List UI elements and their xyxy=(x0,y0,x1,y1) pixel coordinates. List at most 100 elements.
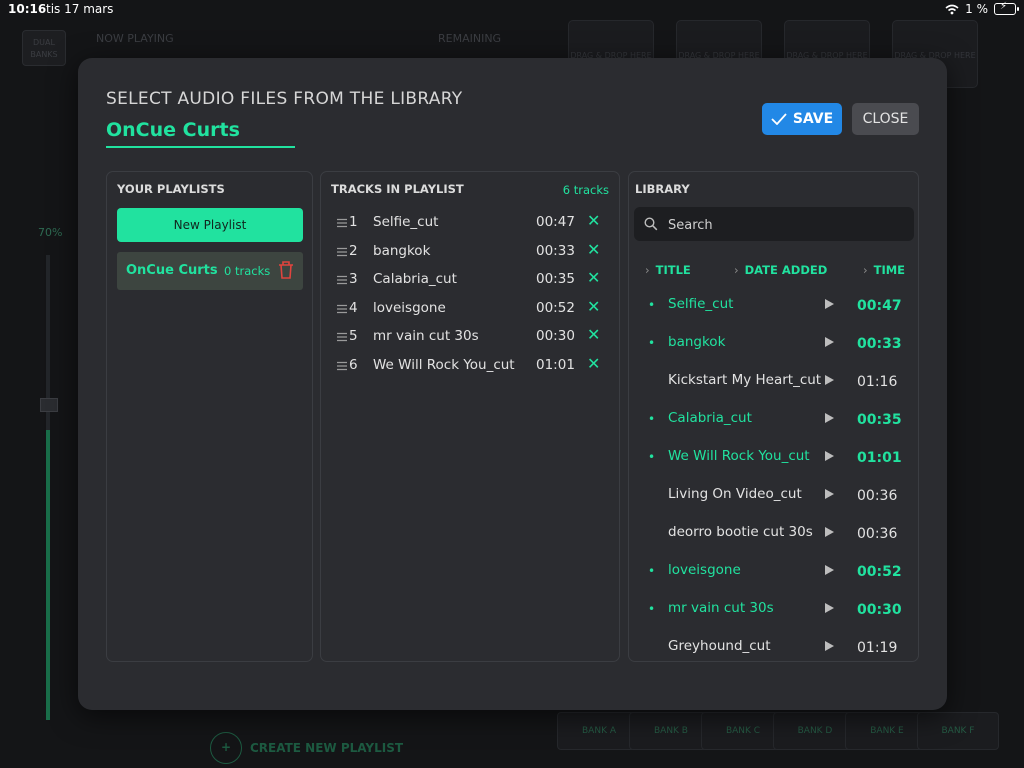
track-number: 1 xyxy=(349,214,358,230)
remove-track-icon[interactable]: ✕ xyxy=(587,325,600,344)
library-item-title: Calabria_cut xyxy=(668,410,752,426)
play-icon[interactable] xyxy=(825,641,834,651)
track-row[interactable]: 1 Selfie_cut 00:47 ✕ xyxy=(337,211,607,236)
track-number: 5 xyxy=(349,328,358,344)
library-item-title: We Will Rock You_cut xyxy=(668,448,810,464)
added-indicator: • xyxy=(648,298,656,312)
play-icon[interactable] xyxy=(825,603,834,613)
volume-slider-knob[interactable] xyxy=(40,398,58,412)
track-number: 3 xyxy=(349,271,358,287)
tracks-count: 6 tracks xyxy=(562,183,609,197)
library-item-title: bangkok xyxy=(668,334,726,350)
modal-title: SELECT AUDIO FILES FROM THE LIBRARY xyxy=(106,89,463,109)
library-item[interactable]: deorro bootie cut 30s 00:36 xyxy=(629,522,917,552)
volume-label: 70% xyxy=(38,226,63,239)
library-item[interactable]: • mr vain cut 30s 00:30 xyxy=(629,598,917,628)
remove-track-icon[interactable]: ✕ xyxy=(587,240,600,259)
search-icon xyxy=(644,217,658,231)
sort-time[interactable]: › TIME xyxy=(863,263,905,277)
search-input[interactable] xyxy=(666,207,910,243)
track-number: 6 xyxy=(349,357,358,373)
remove-track-icon[interactable]: ✕ xyxy=(587,297,600,316)
save-label: SAVE xyxy=(792,111,834,127)
remove-track-icon[interactable]: ✕ xyxy=(587,268,600,287)
status-right: 1 % ⚡ xyxy=(945,1,1019,16)
library-item-duration: 01:16 xyxy=(857,374,898,390)
sort-date-added[interactable]: › DATE ADDED xyxy=(734,263,827,277)
track-duration: 01:01 xyxy=(536,357,575,373)
library-item[interactable]: • bangkok 00:33 xyxy=(629,332,917,362)
sort-date-label: DATE ADDED xyxy=(744,263,828,277)
library-item[interactable]: Living On Video_cut 00:36 xyxy=(629,484,917,514)
library-item-title: loveisgone xyxy=(668,562,741,578)
track-row[interactable]: 5 mr vain cut 30s 00:30 ✕ xyxy=(337,325,607,350)
library-modal: SELECT AUDIO FILES FROM THE LIBRARY OnCu… xyxy=(78,58,947,710)
playlist-item-name: OnCue Curts xyxy=(126,263,218,278)
added-indicator: • xyxy=(648,336,656,350)
library-item-duration: 00:35 xyxy=(857,412,902,428)
playlist-item[interactable]: OnCue Curts 0 tracks xyxy=(117,252,303,290)
library-item[interactable]: • We Will Rock You_cut 01:01 xyxy=(629,446,917,476)
new-playlist-button[interactable]: New Playlist xyxy=(117,208,303,242)
save-button[interactable]: SAVE xyxy=(762,103,842,135)
track-row[interactable]: 2 bangkok 00:33 ✕ xyxy=(337,240,607,265)
library-item-title: Kickstart My Heart_cut xyxy=(668,372,822,388)
remaining-label: REMAINING xyxy=(438,32,502,45)
track-title: Calabria_cut xyxy=(373,271,457,287)
track-duration: 00:47 xyxy=(536,214,575,230)
library-item-title: Selfie_cut xyxy=(668,296,734,312)
library-item-title: deorro bootie cut 30s xyxy=(668,524,813,540)
added-indicator: • xyxy=(648,602,656,616)
library-heading: LIBRARY xyxy=(635,182,690,196)
play-icon[interactable] xyxy=(825,413,834,423)
tracks-panel: TRACKS IN PLAYLIST 6 tracks 1 Selfie_cut… xyxy=(320,171,620,662)
library-item-duration: 00:47 xyxy=(857,298,902,314)
drag-handle-icon[interactable] xyxy=(337,247,347,257)
playlists-panel: YOUR PLAYLISTS New Playlist OnCue Curts … xyxy=(106,171,313,662)
sort-title[interactable]: › TITLE xyxy=(645,263,691,277)
track-row[interactable]: 3 Calabria_cut 00:35 ✕ xyxy=(337,268,607,293)
volume-slider-fill xyxy=(46,430,50,720)
drag-handle-icon[interactable] xyxy=(337,218,347,228)
play-icon[interactable] xyxy=(825,527,834,537)
library-item[interactable]: Kickstart My Heart_cut 01:16 xyxy=(629,370,917,400)
play-icon[interactable] xyxy=(825,299,834,309)
drag-handle-icon[interactable] xyxy=(337,304,347,314)
play-icon[interactable] xyxy=(825,375,834,385)
close-button[interactable]: CLOSE xyxy=(852,103,919,135)
create-playlist-button[interactable]: + CREATE NEW PLAYLIST xyxy=(210,732,403,764)
remove-track-icon[interactable]: ✕ xyxy=(587,211,600,230)
library-item[interactable]: • Selfie_cut 00:47 xyxy=(629,294,917,324)
library-item-duration: 00:52 xyxy=(857,564,902,580)
play-icon[interactable] xyxy=(825,565,834,575)
track-number: 2 xyxy=(349,243,358,259)
play-icon[interactable] xyxy=(825,489,834,499)
library-item[interactable]: • Calabria_cut 00:35 xyxy=(629,408,917,438)
track-row[interactable]: 4 loveisgone 00:52 ✕ xyxy=(337,297,607,322)
bank-button[interactable]: BANK F xyxy=(917,712,999,750)
trash-icon[interactable] xyxy=(277,260,295,280)
playlists-heading: YOUR PLAYLISTS xyxy=(117,182,225,196)
play-icon[interactable] xyxy=(825,451,834,461)
track-title: mr vain cut 30s xyxy=(373,328,479,344)
dual-banks-button[interactable]: DUAL BANKS xyxy=(22,30,66,66)
library-search[interactable] xyxy=(634,207,914,243)
library-item-duration: 00:33 xyxy=(857,336,902,352)
library-item[interactable]: Greyhound_cut 01:19 xyxy=(629,636,917,666)
drag-handle-icon[interactable] xyxy=(337,361,347,371)
sort-time-label: TIME xyxy=(873,263,906,277)
track-duration: 00:33 xyxy=(536,243,575,259)
library-item-duration: 01:19 xyxy=(857,640,898,656)
remove-track-icon[interactable]: ✕ xyxy=(587,354,600,373)
track-duration: 00:52 xyxy=(536,300,575,316)
library-item[interactable]: • loveisgone 00:52 xyxy=(629,560,917,590)
track-row[interactable]: 6 We Will Rock You_cut 01:01 ✕ xyxy=(337,354,607,379)
drag-handle-icon[interactable] xyxy=(337,332,347,342)
library-item-duration: 00:36 xyxy=(857,488,898,504)
status-time: 10:16 xyxy=(8,2,47,16)
now-playing-label: NOW PLAYING xyxy=(96,32,174,45)
checkmark-icon xyxy=(771,113,787,125)
drag-handle-icon[interactable] xyxy=(337,275,347,285)
play-icon[interactable] xyxy=(825,337,834,347)
playlist-name-field[interactable]: OnCue Curts xyxy=(106,119,240,141)
